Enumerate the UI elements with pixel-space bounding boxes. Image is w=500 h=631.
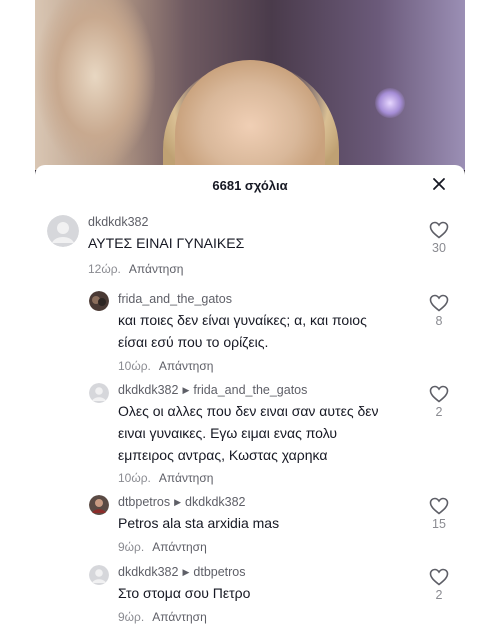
reply-arrow-icon: ▶ — [174, 497, 182, 507]
avatar[interactable] — [89, 291, 109, 311]
like-count: 30 — [432, 241, 446, 255]
video-background[interactable] — [35, 0, 465, 182]
comment-time: 10ώρ. — [118, 359, 151, 373]
comment-meta: 10ώρ. Απάντηση — [118, 471, 213, 485]
sheet-header: 6681 σχόλια — [35, 165, 465, 205]
comment-meta: 12ώρ. Απάντηση — [88, 262, 183, 276]
like-button[interactable]: 2 — [427, 568, 451, 602]
comment-username[interactable]: dtbpetros ▶ dkdkdk382 — [118, 495, 246, 509]
reply-button[interactable]: Απάντηση — [159, 359, 214, 373]
like-button[interactable]: 8 — [427, 294, 451, 328]
comment-time: 10ώρ. — [118, 471, 151, 485]
reply-arrow-icon: ▶ — [182, 567, 190, 577]
reply-button[interactable]: Απάντηση — [152, 610, 207, 624]
comment-meta: 10ώρ. Απάντηση — [118, 359, 213, 373]
comment-text: Ολες οι αλλες που δεν ειναι σαν αυτες δε… — [118, 403, 379, 463]
like-button[interactable]: 15 — [427, 497, 451, 531]
heart-icon — [429, 294, 449, 312]
comment-text: Petros ala sta arxidia mas — [118, 515, 280, 531]
comment-meta: 9ώρ. Απάντηση — [118, 540, 207, 554]
close-icon[interactable] — [431, 176, 447, 192]
phone-screen: 6681 σχόλια dkdkdk382 ΑΥΤΕΣ ΕΙΝΑΙ ΓΥΝΑΙΚ… — [35, 0, 465, 631]
avatar[interactable] — [89, 565, 109, 585]
like-button[interactable]: 30 — [427, 221, 451, 255]
heart-icon — [429, 385, 449, 403]
comments-sheet: 6681 σχόλια dkdkdk382 ΑΥΤΕΣ ΕΙΝΑΙ ΓΥΝΑΙΚ… — [35, 165, 465, 631]
reply-arrow-icon: ▶ — [182, 385, 190, 395]
reply-button[interactable]: Απάντηση — [129, 262, 184, 276]
reply-item: dkdkdk382 ▶ frida_and_the_gatos Ολες οι αλ… — [35, 380, 465, 485]
comment-text: και ποιες δεν είναι γυναίκες; α, και ποι… — [118, 312, 367, 350]
heart-icon — [429, 221, 449, 239]
comment-meta: 9ώρ. Απάντηση — [118, 610, 207, 624]
comment-username[interactable]: dkdkdk382 ▶ frida_and_the_gatos — [118, 383, 307, 397]
reply-button[interactable]: Απάντηση — [152, 540, 207, 554]
comment-username[interactable]: dkdkdk382 ▶ dtbpetros — [118, 565, 246, 579]
like-count: 15 — [432, 517, 446, 531]
heart-icon — [429, 497, 449, 515]
reply-item: dkdkdk382 ▶ dtbpetros Στο στομα σου Πετρο … — [35, 564, 465, 630]
comment-username[interactable]: frida_and_the_gatos — [118, 292, 232, 306]
avatar[interactable] — [89, 383, 109, 403]
comment-time: 9ώρ. — [118, 610, 145, 624]
comments-count-title: 6681 σχόλια — [212, 178, 288, 193]
reply-item: dtbpetros ▶ dkdkdk382 Petros ala sta arxid… — [35, 492, 465, 560]
comment-text: Στο στομα σου Πετρο — [118, 585, 251, 601]
like-count: 2 — [435, 405, 443, 419]
like-button[interactable]: 2 — [427, 385, 451, 419]
avatar[interactable] — [89, 495, 109, 515]
comment-time: 12ώρ. — [88, 262, 121, 276]
avatar[interactable] — [47, 215, 79, 247]
like-count: 8 — [435, 314, 443, 328]
reply-item: frida_and_the_gatos και ποιες δεν είναι … — [35, 287, 465, 373]
comment-username[interactable]: dkdkdk382 — [88, 215, 148, 229]
comment-text: ΑΥΤΕΣ ΕΙΝΑΙ ΓΥΝΑΙΚΕΣ — [88, 235, 245, 251]
comment-time: 9ώρ. — [118, 540, 145, 554]
like-count: 2 — [435, 588, 443, 602]
comment-item: dkdkdk382 ΑΥΤΕΣ ΕΙΝΑΙ ΓΥΝΑΙΚΕΣ 12ώρ. Απάν… — [35, 210, 465, 280]
heart-icon — [429, 568, 449, 586]
reply-button[interactable]: Απάντηση — [159, 471, 214, 485]
